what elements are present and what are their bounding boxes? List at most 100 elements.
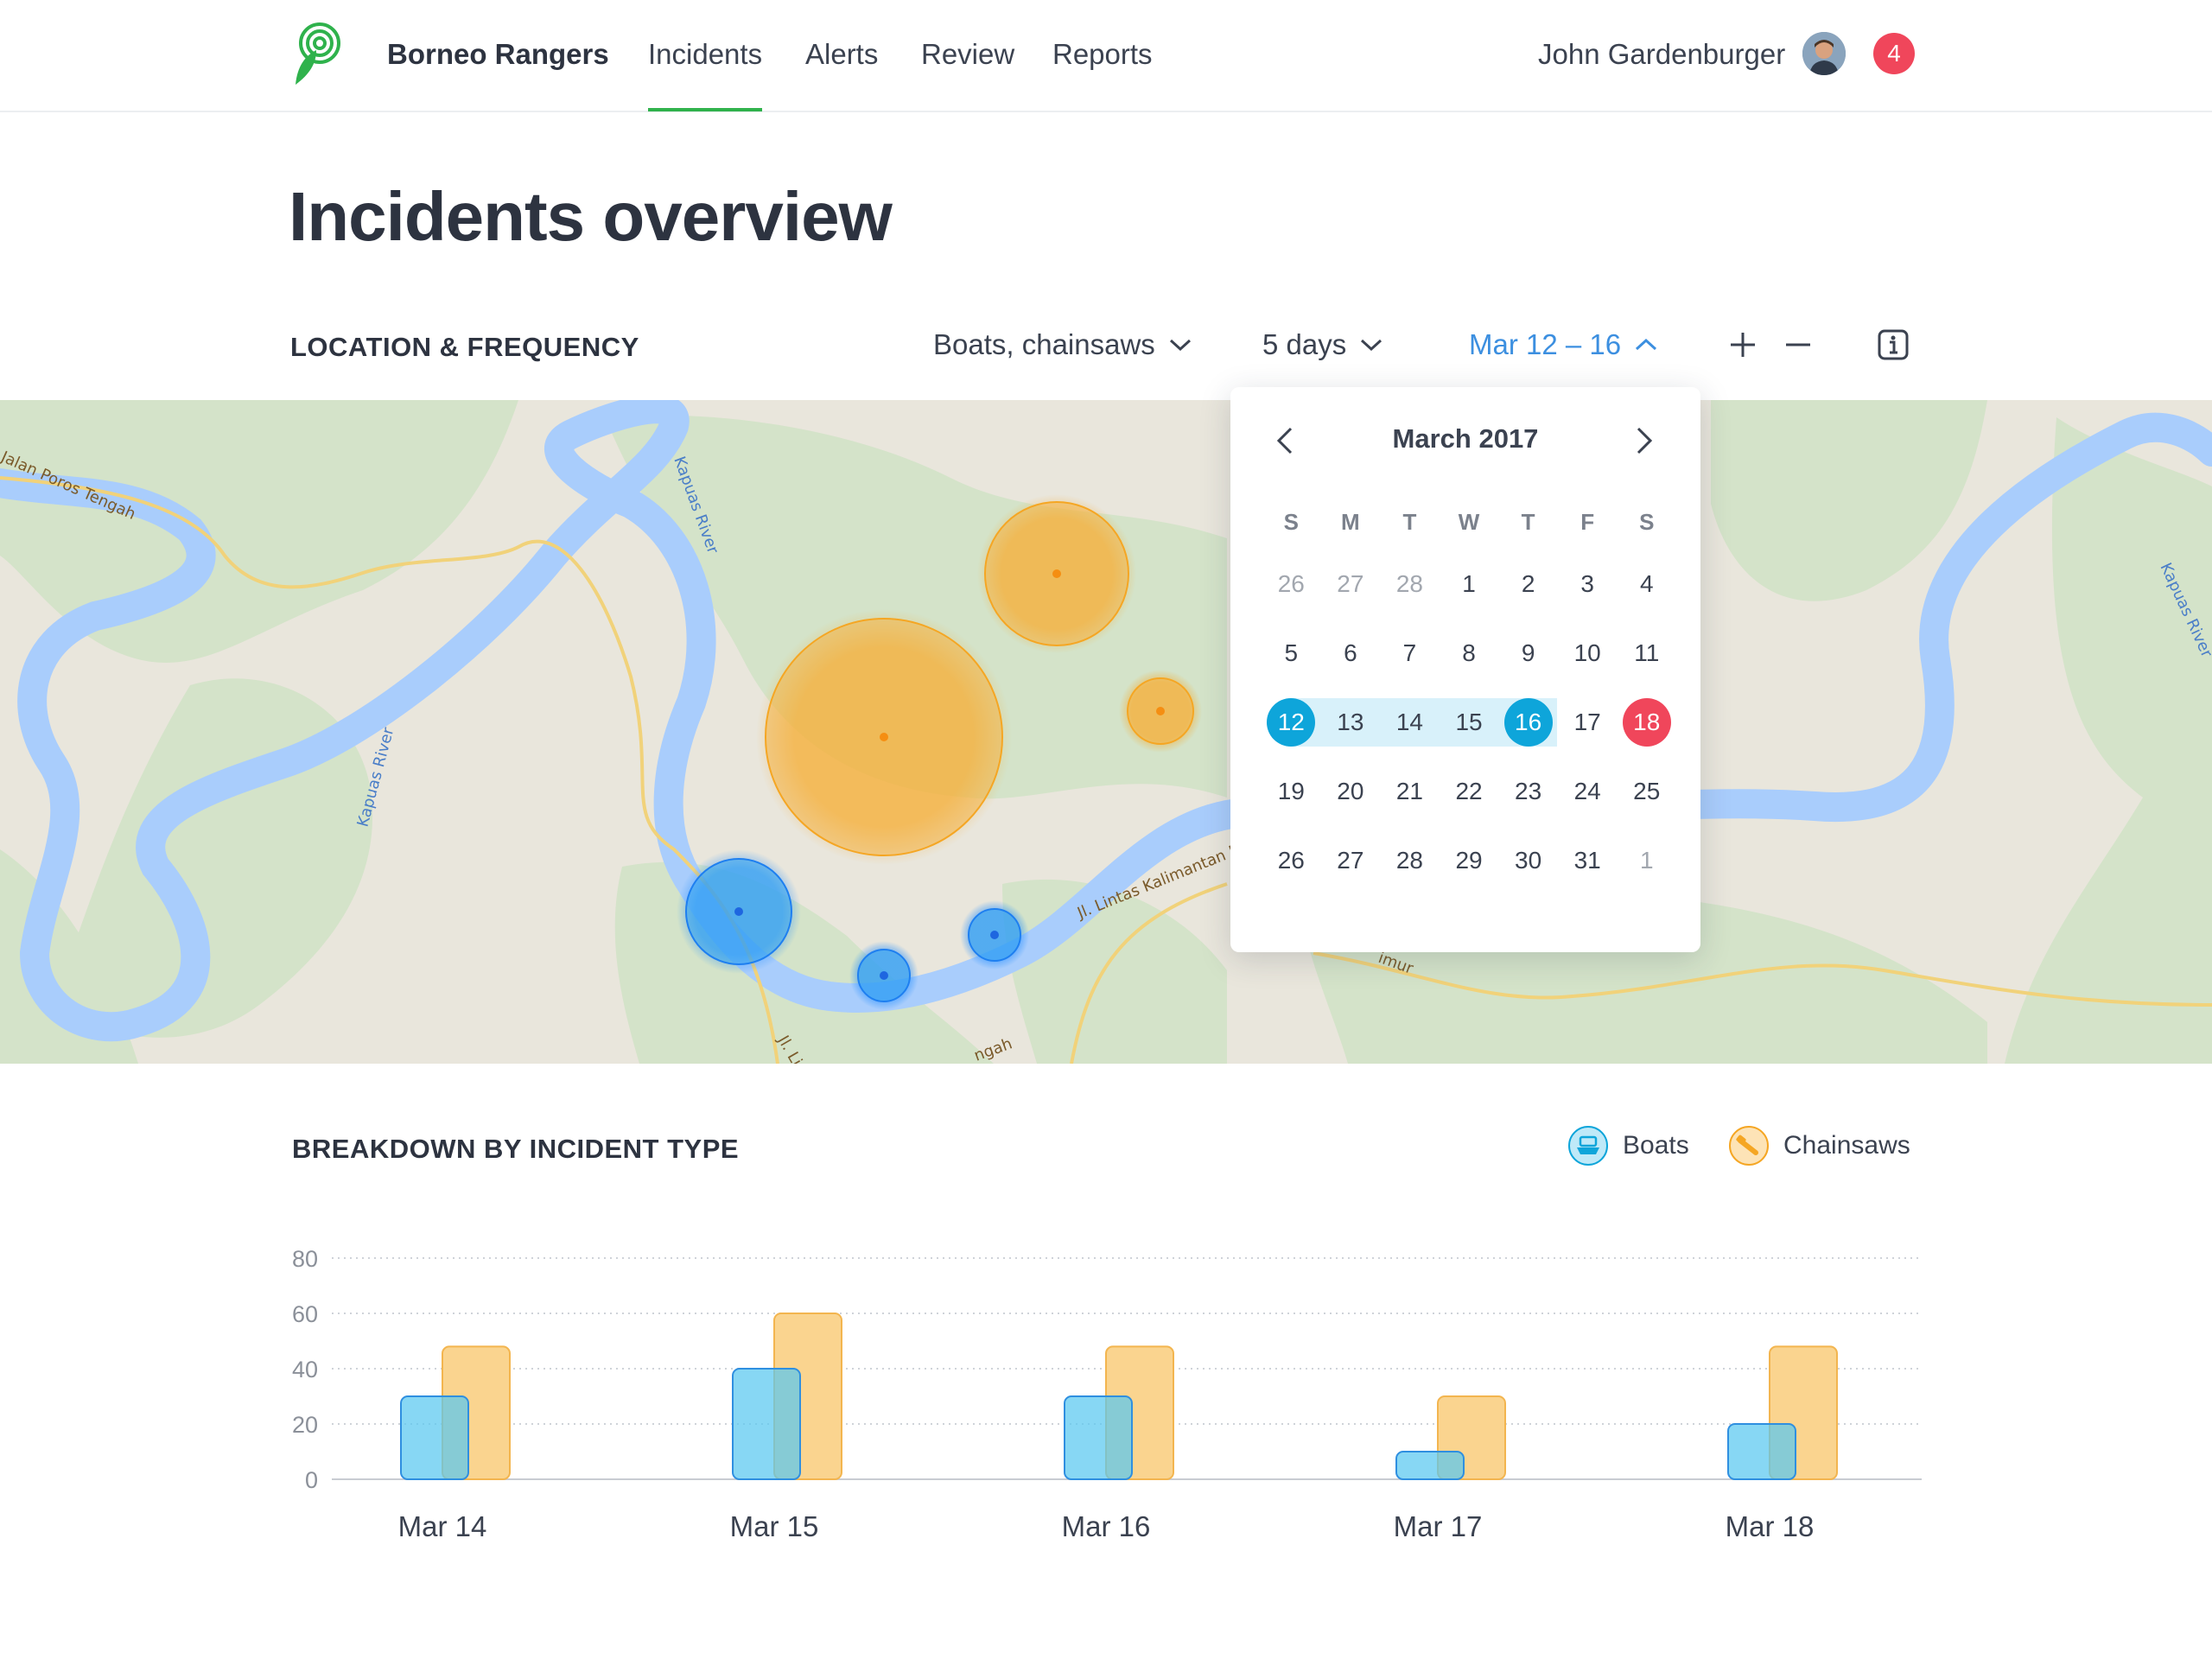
boat-bar[interactable] <box>1727 1423 1796 1480</box>
calendar-day[interactable]: 5 <box>1262 629 1321 698</box>
calendar-day[interactable]: 25 <box>1617 767 1676 836</box>
x-category-label: Mar 17 <box>1394 1510 1483 1542</box>
legend-boats[interactable]: Boats <box>1567 1125 1689 1166</box>
calendar-day[interactable]: 2 <box>1498 560 1558 629</box>
calendar-day[interactable]: 28 <box>1380 836 1440 906</box>
calendar-day[interactable]: 1 <box>1440 560 1499 629</box>
calendar-day[interactable]: 19 <box>1262 767 1321 836</box>
x-category-label: Mar 18 <box>1726 1510 1815 1542</box>
legend-chainsaws[interactable]: Chainsaws <box>1728 1125 1910 1166</box>
brand-name[interactable]: Borneo Rangers <box>387 38 609 71</box>
calendar-day[interactable]: 28 <box>1380 560 1440 629</box>
weekday-label: F <box>1580 509 1595 535</box>
notification-badge[interactable]: 4 <box>1873 33 1915 74</box>
nav-alerts[interactable]: Alerts <box>805 38 878 71</box>
calendar-day-today[interactable]: 18 <box>1617 698 1676 767</box>
calendar-day[interactable]: 6 <box>1321 629 1381 698</box>
incident-type-dropdown[interactable]: Boats, chainsaws <box>933 328 1192 361</box>
nav-reports[interactable]: Reports <box>1052 38 1153 71</box>
calendar-week: 26 27 28 29 30 31 1 <box>1262 836 1676 906</box>
calendar-day[interactable]: 23 <box>1498 767 1558 836</box>
weekday-label: S <box>1283 509 1299 535</box>
weekday-header: SMTWTFS <box>1262 498 1676 560</box>
calendar-day[interactable]: 7 <box>1380 629 1440 698</box>
calendar-day[interactable]: 24 <box>1558 767 1618 836</box>
calendar-grid: S M T W T F S 26 27 28 1 2 3 4 5 6 7 8 9 10 11 12 13 14 15 16 17 18… <box>1262 498 1676 906</box>
map-canvas[interactable]: Jalan Poros Tengah Jl. Lintas Kalimantan… <box>0 400 2212 1064</box>
date-range-dropdown[interactable]: Mar 12 – 16 <box>1469 328 1657 361</box>
info-icon[interactable] <box>1875 327 1911 363</box>
calendar-day[interactable]: 26 <box>1262 560 1321 629</box>
nav-incidents[interactable]: Incidents <box>648 38 763 111</box>
legend-label: Chainsaws <box>1783 1131 1910 1160</box>
calendar-week: 12 13 14 15 16 17 18 <box>1262 698 1676 767</box>
calendar-day[interactable]: 4 <box>1617 560 1676 629</box>
calendar-day[interactable]: 30 <box>1498 836 1558 906</box>
boat-bar[interactable] <box>732 1368 801 1480</box>
calendar-week: 26 27 28 1 2 3 4 <box>1262 560 1676 629</box>
chevron-right-icon[interactable] <box>1628 423 1659 458</box>
marker-dot <box>990 931 999 939</box>
calendar-day[interactable]: 20 <box>1321 767 1381 836</box>
date-picker-popover: March 2017 S M T W T F S 26 27 28 1 2 3 4 5 6 7 8 9 10 11 12 1… <box>1230 387 1700 952</box>
calendar-day[interactable]: 17 <box>1558 698 1618 767</box>
y-tick-label: 60 <box>292 1301 318 1327</box>
incident-bar-chart: 0 20 40 60 80 Mar 14 Mar 15 Mar 16 Mar 17 Mar 18 <box>292 1246 1922 1542</box>
calendar-day[interactable]: 14 <box>1380 698 1440 767</box>
calendar-day-selected[interactable]: 12 <box>1262 698 1321 767</box>
calendar-week: 5 6 7 8 9 10 11 <box>1262 629 1676 698</box>
zoom-out-icon[interactable] <box>1780 327 1816 363</box>
calendar-day[interactable]: 29 <box>1440 836 1499 906</box>
chevron-down-icon <box>1361 339 1382 352</box>
x-category-label: Mar 16 <box>1062 1510 1151 1542</box>
calendar-day[interactable]: 21 <box>1380 767 1440 836</box>
user-avatar-icon <box>1802 32 1846 75</box>
marker-dot <box>1052 569 1061 578</box>
y-tick-label: 40 <box>292 1357 318 1382</box>
chainsaw-icon <box>1729 1126 1769 1166</box>
boat-bar[interactable] <box>400 1395 469 1480</box>
calendar-day[interactable]: 27 <box>1321 560 1381 629</box>
incident-map[interactable]: Jalan Poros Tengah Jl. Lintas Kalimantan… <box>0 400 2212 1064</box>
marker-dot <box>880 971 888 980</box>
calendar-day[interactable]: 3 <box>1558 560 1618 629</box>
weekday-label: W <box>1458 509 1480 535</box>
marker-dot <box>880 733 888 741</box>
y-tick-label: 80 <box>292 1246 318 1272</box>
top-navigation: Borneo Rangers Incidents Alerts Review R… <box>0 0 2212 112</box>
avatar[interactable] <box>1802 32 1846 75</box>
calendar-day[interactable]: 22 <box>1440 767 1499 836</box>
calendar-day-selected[interactable]: 16 <box>1498 698 1558 767</box>
calendar-day[interactable]: 10 <box>1558 629 1618 698</box>
calendar-day[interactable]: 26 <box>1262 836 1321 906</box>
chevron-down-icon <box>1169 339 1191 352</box>
date-range-value: Mar 12 – 16 <box>1469 328 1622 360</box>
chevron-up-icon <box>1636 338 1657 351</box>
days-value: 5 days <box>1262 328 1347 360</box>
road-label: ngah <box>972 1034 1015 1064</box>
boat-bar[interactable] <box>1064 1395 1133 1480</box>
calendar-day[interactable]: 11 <box>1617 629 1676 698</box>
user-name[interactable]: John Gardenburger <box>1538 38 1785 71</box>
location-section-label: LOCATION & FREQUENCY <box>290 332 639 362</box>
calendar-day[interactable]: 9 <box>1498 629 1558 698</box>
page-title: Incidents overview <box>289 178 893 255</box>
nav-review[interactable]: Review <box>921 38 1014 71</box>
x-category-label: Mar 15 <box>730 1510 819 1542</box>
y-tick-label: 0 <box>305 1467 318 1493</box>
calendar-day[interactable]: 15 <box>1440 698 1499 767</box>
boat-icon <box>1568 1126 1608 1166</box>
x-category-label: Mar 14 <box>398 1510 487 1542</box>
calendar-day[interactable]: 1 <box>1617 836 1676 906</box>
calendar-day[interactable]: 31 <box>1558 836 1618 906</box>
calendar-day[interactable]: 8 <box>1440 629 1499 698</box>
calendar-day[interactable]: 13 <box>1321 698 1381 767</box>
weekday-label: T <box>1402 509 1417 535</box>
zoom-in-icon[interactable] <box>1725 327 1761 363</box>
boat-bar[interactable] <box>1395 1451 1465 1480</box>
calendar-day[interactable]: 27 <box>1321 836 1381 906</box>
days-dropdown[interactable]: 5 days <box>1262 328 1382 361</box>
marker-dot <box>1156 707 1165 715</box>
logo-icon[interactable] <box>290 21 342 86</box>
calendar-week: 19 20 21 22 23 24 25 <box>1262 767 1676 836</box>
